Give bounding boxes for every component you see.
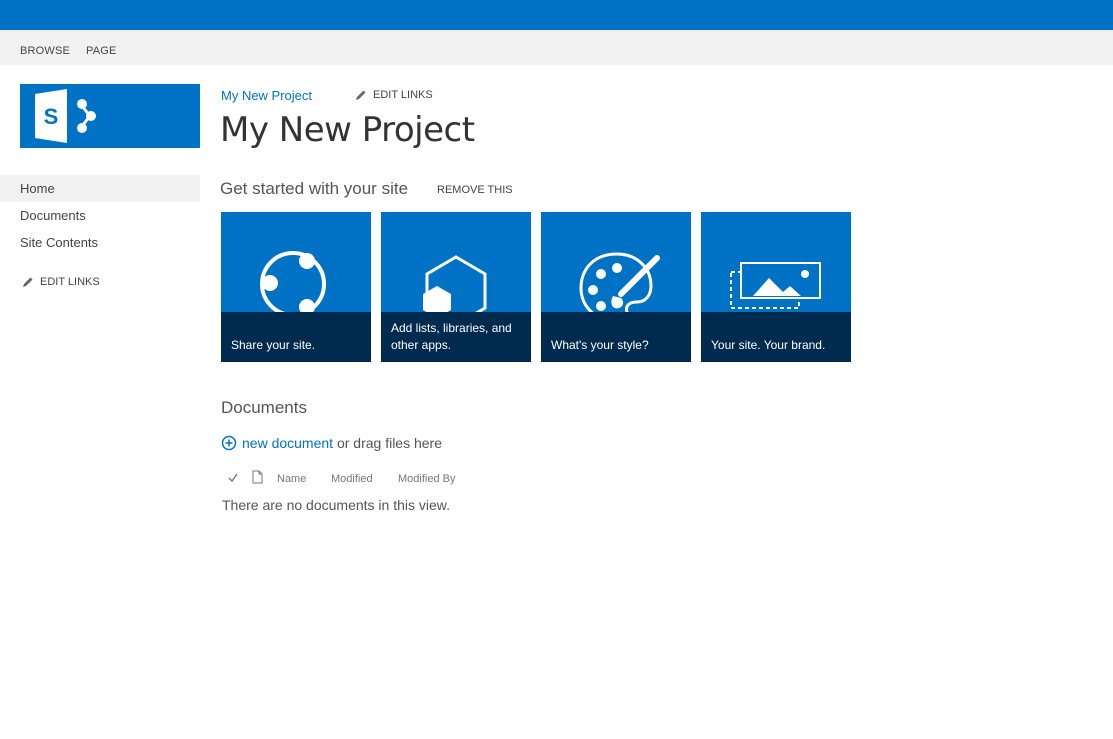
topnav-edit-links[interactable]: EDIT LINKS <box>355 89 433 101</box>
page-title: My New Project <box>220 110 475 150</box>
quicklaunch-edit-links-label: EDIT LINKS <box>40 276 100 289</box>
new-document-row: new document or drag files here <box>221 435 442 451</box>
ribbon-tab-page[interactable]: PAGE <box>86 45 117 57</box>
ribbon-tab-browse[interactable]: BROWSE <box>20 45 70 57</box>
tile-style[interactable]: What's your style? <box>541 212 691 362</box>
tile-caption: Share your site. <box>221 312 371 362</box>
tile-brand[interactable]: Your site. Your brand. <box>701 212 851 362</box>
nav-item-site-contents[interactable]: Site Contents <box>0 229 200 256</box>
pencil-icon <box>356 90 366 101</box>
pencil-icon <box>23 277 33 288</box>
quick-launch: Home Documents Site Contents <box>0 175 200 256</box>
add-circle-icon[interactable] <box>221 435 237 451</box>
ribbon: BROWSE PAGE <box>0 30 1113 65</box>
column-name[interactable]: Name <box>277 473 306 485</box>
tile-caption-text: Share your site. <box>231 338 316 352</box>
suite-bar <box>0 0 1113 30</box>
document-type-icon <box>252 470 263 484</box>
sharepoint-logo-icon: S <box>35 89 96 143</box>
remove-this-link[interactable]: REMOVE THIS <box>437 184 513 196</box>
column-modified-by[interactable]: Modified By <box>398 473 455 485</box>
quicklaunch-edit-links[interactable]: EDIT LINKS <box>22 276 100 288</box>
tile-share-site[interactable]: Share your site. <box>221 212 371 362</box>
column-modified[interactable]: Modified <box>331 473 373 485</box>
tile-caption-text: What's your style? <box>551 338 649 352</box>
tile-caption: Add lists, libraries, and other apps. <box>381 312 531 362</box>
site-logo[interactable]: S <box>20 84 200 148</box>
svg-text:S: S <box>44 104 59 129</box>
tile-caption: Your site. Your brand. <box>701 312 851 362</box>
tile-caption-text: Your site. Your brand. <box>711 338 826 352</box>
get-started-heading: Get started with your site <box>220 179 409 198</box>
checkmark-icon[interactable] <box>228 472 238 484</box>
nav-item-documents[interactable]: Documents <box>0 202 200 229</box>
tile-caption: What's your style? <box>541 312 691 362</box>
tile-caption-text: Add lists, libraries, and other apps. <box>391 321 512 352</box>
tile-add-apps[interactable]: Add lists, libraries, and other apps. <box>381 212 531 362</box>
new-document-link[interactable]: new document <box>242 435 333 451</box>
documents-heading: Documents <box>221 398 307 417</box>
empty-view-message: There are no documents in this view. <box>222 497 451 513</box>
breadcrumb[interactable]: My New Project <box>221 88 312 103</box>
drag-files-text: or drag files here <box>336 435 443 451</box>
topnav-edit-links-label: EDIT LINKS <box>373 89 433 102</box>
nav-item-home[interactable]: Home <box>0 175 200 202</box>
